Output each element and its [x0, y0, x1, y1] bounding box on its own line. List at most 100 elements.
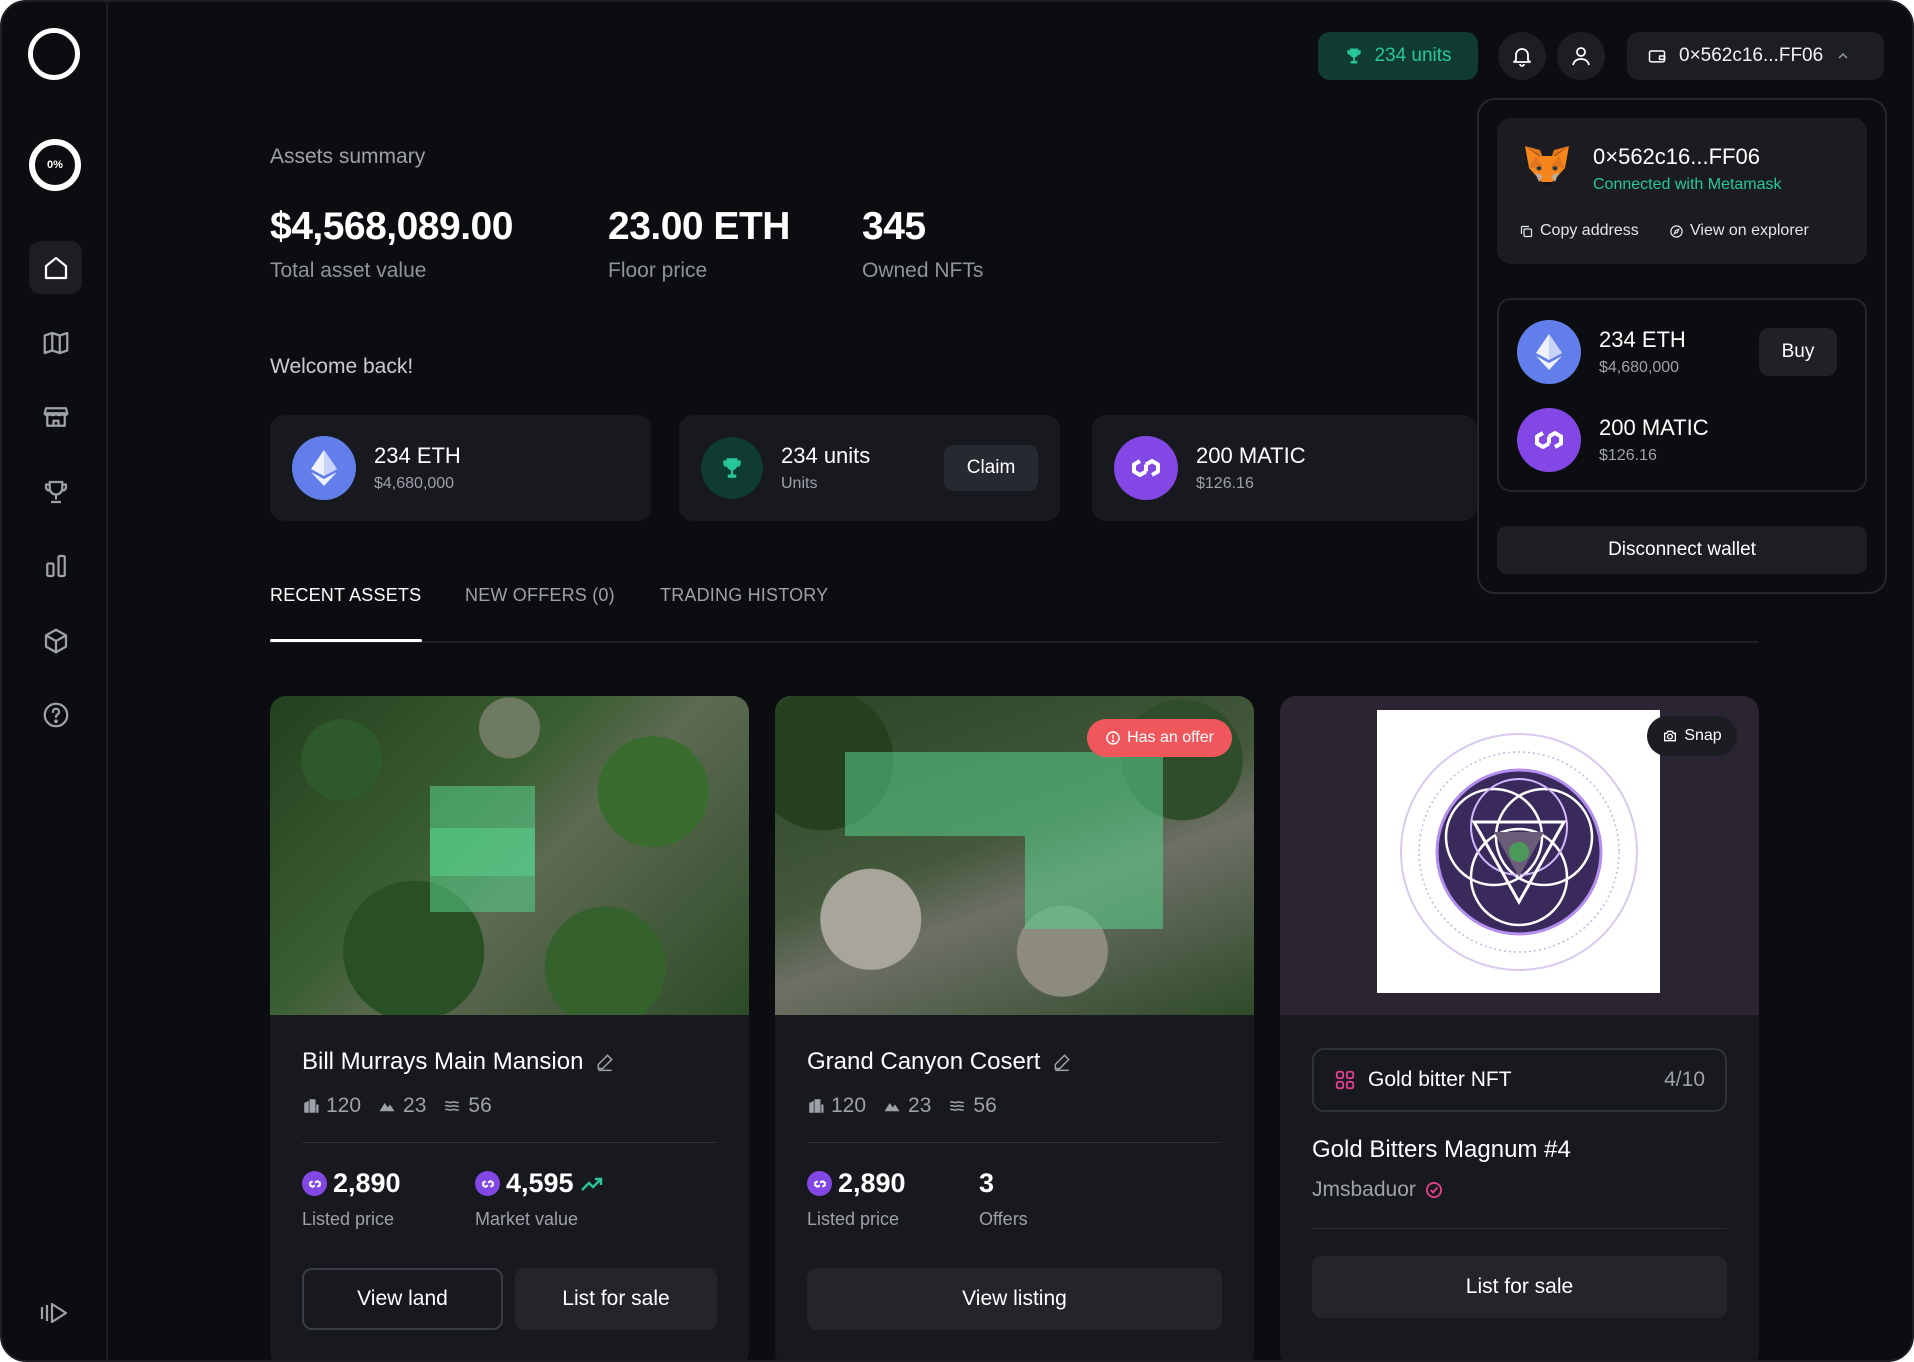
collection-name: Gold bitter NFT	[1368, 1068, 1512, 1091]
nft-title: Gold Bitters Magnum #4	[1312, 1136, 1571, 1163]
sidebar-item-help[interactable]	[29, 688, 82, 741]
alert-icon	[1106, 731, 1120, 745]
store-icon	[43, 406, 68, 427]
units-badge[interactable]: 234 units	[1318, 32, 1478, 80]
eth-icon	[1517, 320, 1581, 384]
token-name: 200 MATIC	[1599, 415, 1709, 440]
wallet-account-panel: 0×562c16...FF06 Connected with Metamask …	[1497, 118, 1867, 264]
view-land-button[interactable]: View land	[302, 1268, 503, 1330]
nft-artwork	[1377, 710, 1660, 993]
stat-owned-nfts: 345 Owned NFTs	[862, 205, 983, 283]
profile-button[interactable]	[1557, 32, 1605, 80]
stat-label: Owned NFTs	[862, 259, 984, 282]
sidebar-item-assets[interactable]	[29, 614, 82, 667]
edit-icon[interactable]	[1052, 1052, 1072, 1072]
price-label: Market value	[475, 1209, 579, 1229]
collapse-sidebar-icon[interactable]	[38, 1298, 72, 1328]
token-name: 234 ETH	[374, 443, 461, 468]
nft-card: Snap Gold bitter NFT 4/10 Gold Bitters M…	[1280, 696, 1759, 1360]
price-value: 4,595	[506, 1168, 574, 1198]
stat-floor-price: 23.00 ETH Floor price	[608, 205, 790, 283]
view-on-explorer-button[interactable]: View on explorer	[1669, 222, 1809, 240]
summary-title: Assets summary	[270, 145, 426, 168]
stat-total-value: $4,568,089.00 Total asset value	[270, 205, 513, 283]
progress-indicator[interactable]: 0%	[29, 139, 81, 191]
claim-button[interactable]: Claim	[944, 445, 1038, 491]
has-offer-badge: Has an offer	[1087, 719, 1232, 757]
tab-recent-assets[interactable]: RECENT ASSETS	[270, 585, 421, 606]
chart-icon	[45, 554, 66, 577]
token-card-eth: 234 ETH $4,680,000	[270, 415, 651, 521]
logo[interactable]	[28, 28, 80, 80]
token-value: $126.16	[1599, 447, 1657, 464]
matic-icon	[1517, 408, 1581, 472]
edition-count: 4/10	[1664, 1068, 1705, 1091]
edit-icon[interactable]	[595, 1052, 615, 1072]
active-tab-indicator	[270, 639, 422, 642]
building-icon	[809, 1099, 824, 1113]
sidebar-item-map[interactable]	[29, 316, 82, 369]
meta-value: 56	[973, 1094, 997, 1117]
divider	[807, 1142, 1222, 1143]
connection-status: Connected with Metamask	[1593, 176, 1782, 193]
meta-value: 56	[468, 1094, 492, 1117]
wallet-token-matic: 200 MATIC $126.16	[1517, 408, 1709, 472]
tab-trading-history[interactable]: TRADING HISTORY	[660, 585, 828, 606]
stat-label: Total asset value	[270, 259, 427, 282]
copy-address-label: Copy address	[1540, 222, 1639, 239]
app-window: 0% 234 units 0×562c16...FF06 Assets summ…	[0, 0, 1914, 1362]
stat-label: Floor price	[608, 259, 708, 282]
copy-address-button[interactable]: Copy address	[1519, 222, 1639, 240]
token-value: $4,680,000	[374, 475, 455, 492]
list-for-sale-button[interactable]: List for sale	[515, 1268, 717, 1330]
matic-icon	[475, 1171, 500, 1196]
offers-count: 3 Offers	[979, 1168, 1028, 1230]
asset-title-text: Grand Canyon Cosert	[807, 1048, 1041, 1075]
sidebar: 0%	[2, 2, 108, 1360]
list-for-sale-button[interactable]: List for sale	[1312, 1256, 1727, 1318]
sidebar-item-analytics[interactable]	[29, 539, 82, 592]
nft-creator: Jmsbaduor	[1312, 1178, 1444, 1202]
creator-name[interactable]: Jmsbaduor	[1312, 1178, 1416, 1202]
home-icon	[44, 256, 67, 279]
asset-title: Grand Canyon Cosert	[807, 1048, 1072, 1076]
matic-icon	[1114, 436, 1178, 500]
divider	[1312, 1228, 1727, 1229]
price-value: 2,890	[333, 1168, 401, 1198]
price-value: 2,890	[838, 1168, 906, 1198]
welcome-text: Welcome back!	[270, 355, 414, 378]
buy-button[interactable]: Buy	[1759, 328, 1837, 376]
disconnect-wallet-button[interactable]: Disconnect wallet	[1497, 526, 1867, 574]
token-name: 234 units	[781, 443, 871, 468]
trophy-icon	[1347, 48, 1362, 64]
mountain-icon	[884, 1103, 900, 1112]
sidebar-item-home[interactable]	[29, 241, 82, 294]
stat-value: 23.00 ETH	[608, 205, 790, 248]
asset-title-text: Bill Murrays Main Mansion	[302, 1048, 584, 1075]
land-aerial-image[interactable]	[270, 696, 749, 1015]
matic-icon	[807, 1171, 832, 1196]
wallet-address: 0×562c16...FF06	[1679, 45, 1824, 66]
listed-price: 2,890 Listed price	[807, 1168, 906, 1230]
notifications-button[interactable]	[1498, 32, 1546, 80]
tab-new-offers[interactable]: NEW OFFERS (0)	[465, 585, 615, 606]
view-listing-button[interactable]: View listing	[807, 1268, 1222, 1330]
meta-value: 23	[403, 1094, 427, 1117]
snap-label: Snap	[1684, 727, 1722, 744]
metamask-icon	[1525, 146, 1569, 188]
badge-label: Has an offer	[1127, 729, 1214, 746]
token-name: 234 ETH	[1599, 327, 1686, 352]
sidebar-item-trophy[interactable]	[29, 465, 82, 518]
sidebar-item-store[interactable]	[29, 390, 82, 443]
help-icon	[43, 702, 68, 727]
trophy-icon	[44, 480, 67, 503]
mountain-icon	[379, 1103, 395, 1112]
market-value: 4,595 Market value	[475, 1168, 604, 1230]
chevron-up-icon	[1838, 53, 1848, 59]
waves-icon	[950, 1101, 965, 1111]
snap-badge[interactable]: Snap	[1647, 716, 1737, 756]
wallet-button[interactable]: 0×562c16...FF06	[1627, 32, 1884, 80]
building-icon	[304, 1099, 319, 1113]
price-value: 3	[979, 1168, 995, 1198]
token-value: Units	[781, 475, 818, 492]
